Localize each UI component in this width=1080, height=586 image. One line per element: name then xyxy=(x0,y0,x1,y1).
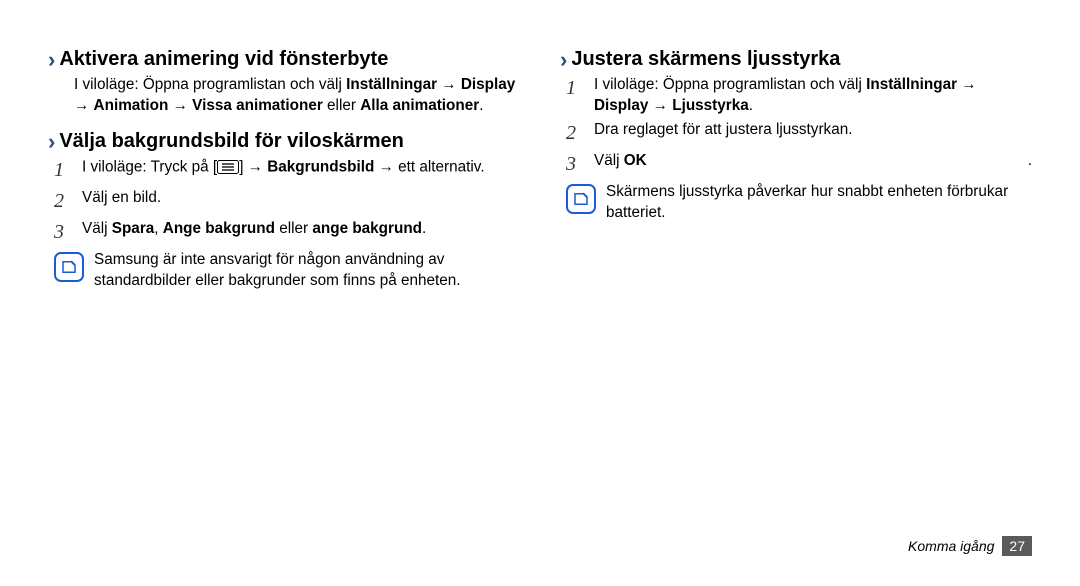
text: . xyxy=(749,97,753,114)
bold: Alla animationer xyxy=(360,97,479,114)
note-text: Skärmens ljusstyrka påverkar hur snabbt … xyxy=(606,182,1032,223)
text: , xyxy=(154,220,163,237)
bold: Inställningar xyxy=(866,76,957,93)
step-2: 2 Dra reglaget för att justera ljusstyrk… xyxy=(560,120,1032,147)
section-heading: › Aktivera animering vid fönsterbyte xyxy=(48,48,520,71)
bold: Ljusstyrka xyxy=(672,97,749,114)
text: → xyxy=(168,97,192,114)
section-animation: › Aktivera animering vid fönsterbyte I v… xyxy=(48,48,520,116)
note-text: Samsung är inte ansvarigt för någon anvä… xyxy=(94,250,520,291)
text: → xyxy=(74,97,94,114)
text: . xyxy=(1028,151,1032,178)
note-icon xyxy=(566,184,596,214)
text: → xyxy=(648,97,672,114)
step-3: 3 Välj Spara, Ange bakgrund eller ange b… xyxy=(48,219,520,246)
step-text: Välj Spara, Ange bakgrund eller ange bak… xyxy=(82,219,520,246)
step-text: Dra reglaget för att justera ljusstyrkan… xyxy=(594,120,1032,147)
text: → xyxy=(437,76,461,93)
step-text: Välj en bild. xyxy=(82,188,520,215)
step-number: 2 xyxy=(566,120,584,147)
text: I viloläge: Tryck på [ xyxy=(82,159,217,176)
section-brightness: › Justera skärmens ljusstyrka 1 I vilolä… xyxy=(560,48,1032,224)
section-title: Aktivera animering vid fönsterbyte xyxy=(59,48,388,71)
step-text: Välj OK xyxy=(594,151,1018,178)
section-heading: › Justera skärmens ljusstyrka xyxy=(560,48,1032,71)
text: eller xyxy=(275,220,312,237)
text: eller xyxy=(323,97,360,114)
left-column: › Aktivera animering vid fönsterbyte I v… xyxy=(48,48,520,306)
step-3: 3 Välj OK. xyxy=(560,151,1032,178)
section-title: Välja bakgrundsbild för viloskärmen xyxy=(59,130,404,153)
step-2: 2 Välj en bild. xyxy=(48,188,520,215)
bold: Animation xyxy=(94,97,169,114)
section-wallpaper: › Välja bakgrundsbild för viloskärmen 1 … xyxy=(48,130,520,291)
columns: › Aktivera animering vid fönsterbyte I v… xyxy=(48,48,1032,306)
step-1: 1 I viloläge: Tryck på [ ] → Bakgrundsbil… xyxy=(48,157,520,184)
text: → xyxy=(957,76,977,93)
section-body: I viloläge: Öppna programlistan och välj… xyxy=(48,75,520,116)
right-column: › Justera skärmens ljusstyrka 1 I vilolä… xyxy=(560,48,1032,306)
text: → xyxy=(374,159,398,176)
footer-page-number: 27 xyxy=(1002,536,1032,556)
step-text: I viloläge: Tryck på [] → Bakgrundsbild … xyxy=(82,157,520,184)
text: . xyxy=(479,97,483,114)
chevron-icon: › xyxy=(48,131,55,153)
section-heading: › Välja bakgrundsbild för viloskärmen xyxy=(48,130,520,153)
text: ] → xyxy=(239,159,267,176)
step-number: 3 xyxy=(566,151,584,178)
text: I viloläge: Öppna programlistan och välj xyxy=(74,76,346,93)
step-number: 1 xyxy=(566,75,584,116)
step-number: 3 xyxy=(54,219,72,246)
chevron-icon: › xyxy=(48,49,55,71)
bold: Display xyxy=(594,97,648,114)
bold: Spara xyxy=(112,220,155,237)
bold: Vissa animationer xyxy=(192,97,323,114)
page-footer: Komma igång 27 xyxy=(908,536,1032,556)
bold: OK xyxy=(624,152,647,169)
step-1: 1 I viloläge: Öppna programlistan och vä… xyxy=(560,75,1032,116)
text: Välj xyxy=(82,220,112,237)
step-text: I viloläge: Öppna programlistan och välj… xyxy=(594,75,1032,116)
note-icon xyxy=(54,252,84,282)
chevron-icon: › xyxy=(560,49,567,71)
step-number: 1 xyxy=(54,157,72,184)
text: I viloläge: Öppna programlistan och välj xyxy=(594,76,866,93)
bold: Ange bakgrund xyxy=(163,220,275,237)
step-number: 2 xyxy=(54,188,72,215)
bold: Inställningar xyxy=(346,76,437,93)
note-block: Samsung är inte ansvarigt för någon anvä… xyxy=(48,250,520,291)
manual-page: › Aktivera animering vid fönsterbyte I v… xyxy=(0,0,1080,586)
section-title: Justera skärmens ljusstyrka xyxy=(571,48,840,71)
bold: Display xyxy=(461,76,515,93)
bold: Bakgrundsbild xyxy=(267,159,374,176)
text: Välj xyxy=(594,152,624,169)
footer-label: Komma igång xyxy=(908,538,994,554)
text: . xyxy=(422,220,426,237)
menu-key-icon xyxy=(217,157,239,178)
text: ett alternativ. xyxy=(398,159,484,176)
bold: ange bakgrund xyxy=(312,220,422,237)
note-block: Skärmens ljusstyrka påverkar hur snabbt … xyxy=(560,182,1032,223)
